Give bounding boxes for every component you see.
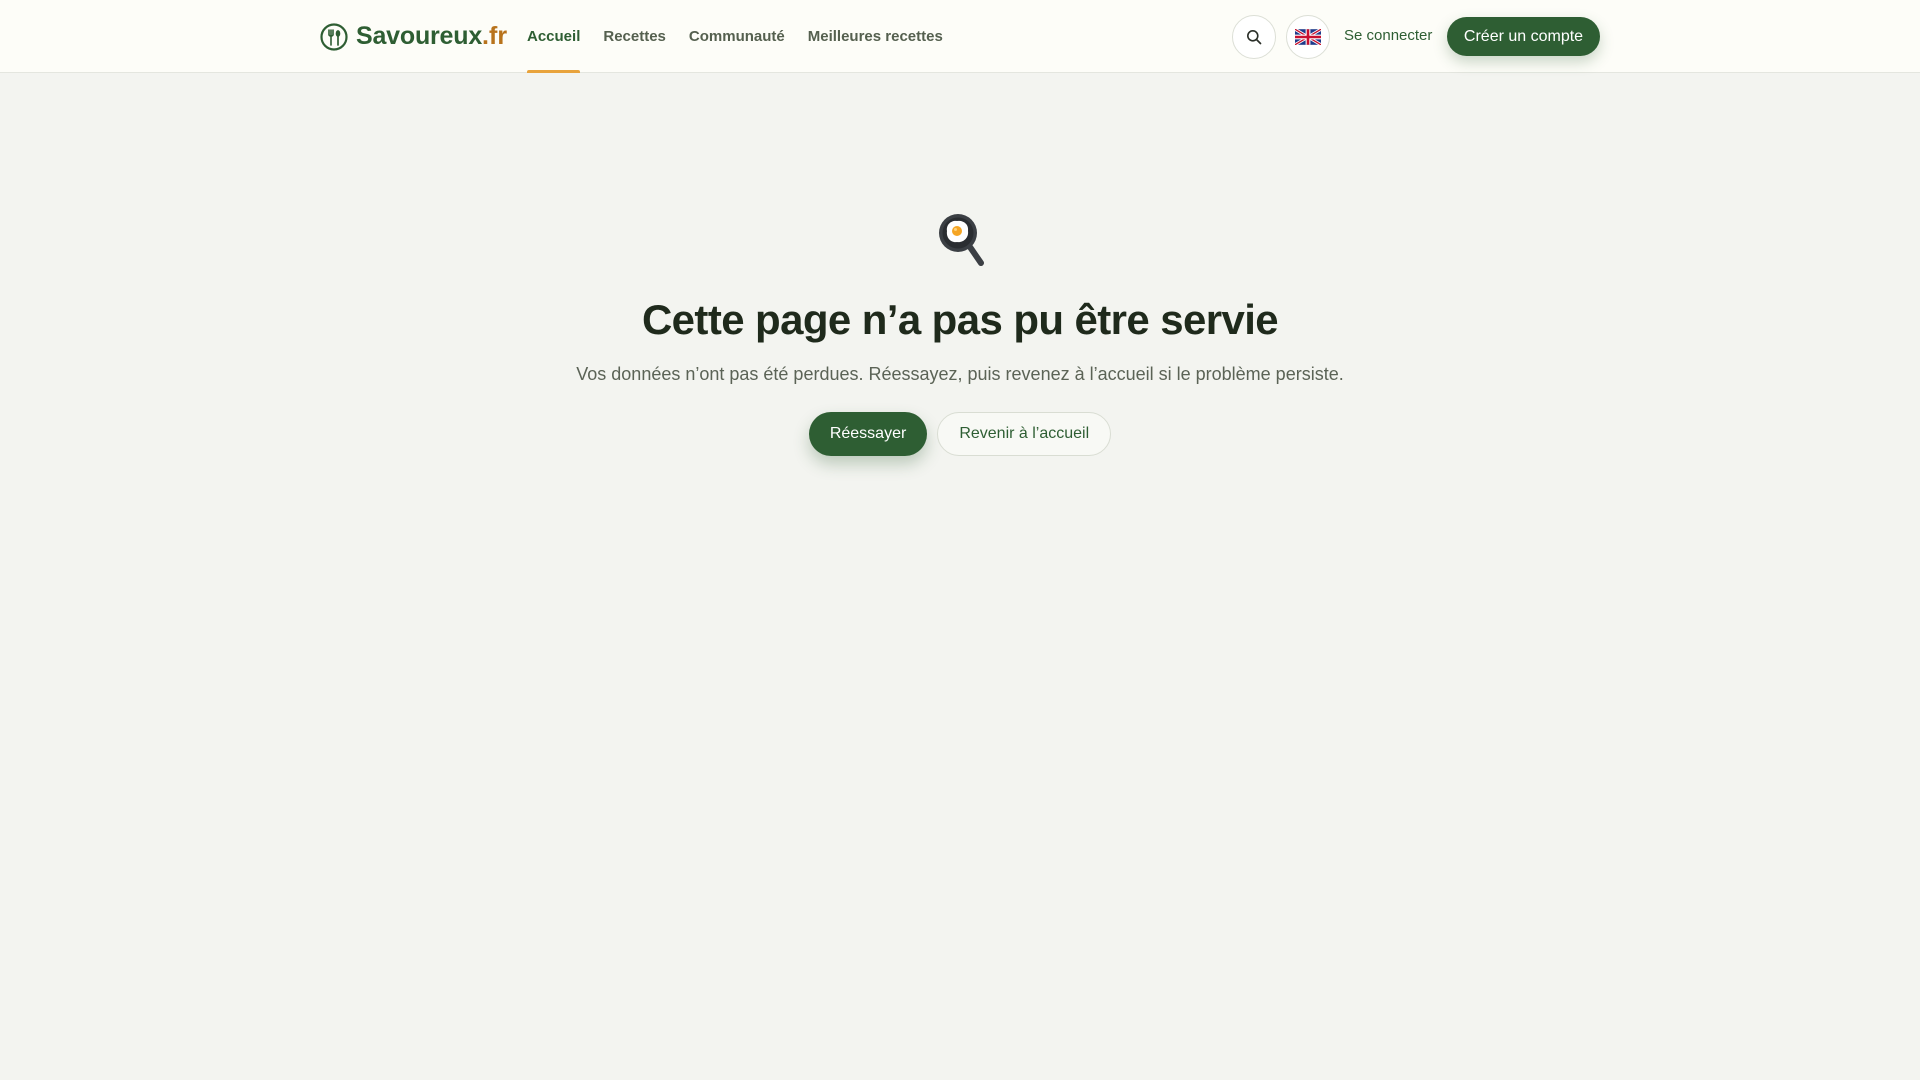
site-header: Savoureux.fr Accueil Recettes Communauté…	[0, 0, 1920, 73]
logo-name: Savoureux	[356, 22, 483, 50]
site-logo[interactable]: Savoureux.fr	[320, 21, 507, 52]
signup-button[interactable]: Créer un compte	[1447, 17, 1600, 56]
main-nav: Accueil Recettes Communauté Meilleures r…	[527, 0, 966, 73]
nav-item-communaute[interactable]: Communauté	[689, 0, 785, 73]
uk-flag-icon	[1295, 29, 1321, 45]
logo-tld: .fr	[482, 22, 508, 50]
frying-pan-egg-icon	[939, 214, 984, 266]
error-actions: Réessayer Revenir à l’accueil	[0, 412, 1920, 456]
back-home-button[interactable]: Revenir à l’accueil	[937, 412, 1112, 456]
retry-button[interactable]: Réessayer	[808, 412, 928, 456]
search-icon	[1247, 30, 1262, 45]
fork-spoon-logo-icon	[320, 22, 348, 51]
login-link[interactable]: Se connecter	[1344, 27, 1432, 44]
search-button[interactable]	[1232, 15, 1276, 59]
nav-item-recettes[interactable]: Recettes	[603, 0, 666, 73]
error-title: Cette page n’a pas pu être servie	[641, 296, 1279, 343]
error-description: Vos données n’ont pas été perdues. Réess…	[576, 364, 1344, 384]
language-button[interactable]	[1286, 15, 1330, 59]
nav-item-meilleures-recettes[interactable]: Meilleures recettes	[808, 0, 943, 73]
nav-item-accueil[interactable]: Accueil	[527, 0, 581, 73]
